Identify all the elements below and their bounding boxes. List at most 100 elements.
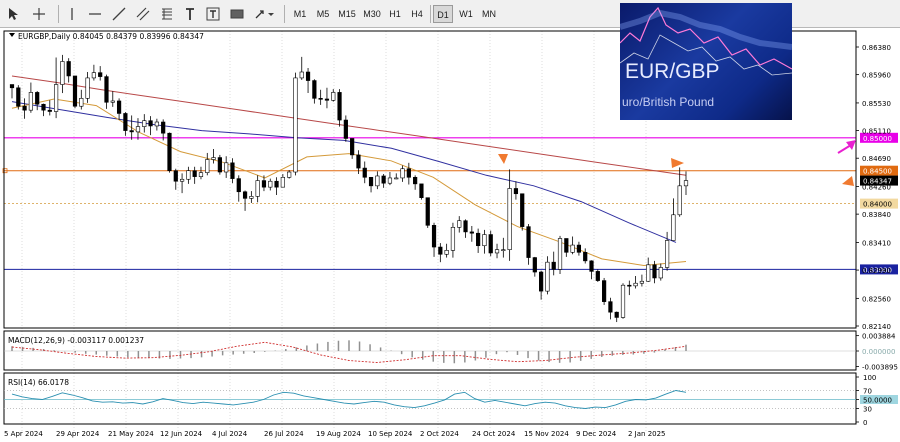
candle-body xyxy=(576,244,582,253)
candle-body xyxy=(28,92,33,111)
rsi-tick-label: 100 xyxy=(863,374,876,382)
chart-title-collapse-icon[interactable] xyxy=(9,33,15,37)
candle-body xyxy=(368,176,374,187)
candle-body xyxy=(413,176,418,185)
fibonacci-icon[interactable] xyxy=(158,5,176,23)
timeframe-m1[interactable]: M1 xyxy=(290,5,310,23)
crosshair-icon[interactable] xyxy=(30,5,48,23)
candle-body xyxy=(331,92,336,101)
time-tick-label: 2 Oct 2024 xyxy=(420,430,459,438)
candle-body xyxy=(387,177,393,184)
candle-body xyxy=(526,226,531,258)
price-tick-label: 0.85110 xyxy=(862,128,891,136)
candle-body xyxy=(110,100,115,103)
price-tick-label: 0.84260 xyxy=(862,184,891,192)
macd-tick-label: 0.003884 xyxy=(862,333,896,341)
rectangle-icon[interactable] xyxy=(228,5,246,23)
candle-body xyxy=(236,178,241,193)
timeframe-m5[interactable]: M5 xyxy=(313,5,333,23)
candle-body xyxy=(179,178,185,182)
timeframe-d1[interactable]: D1 xyxy=(433,5,453,23)
horizontal-line-icon[interactable] xyxy=(86,5,104,23)
candle-body xyxy=(350,138,355,156)
annotation-arrows xyxy=(498,140,856,186)
time-tick-label: 15 Nov 2024 xyxy=(524,430,569,438)
time-tick-label: 10 Sep 2024 xyxy=(368,430,413,438)
macd-title: MACD(12,26,9) -0.003117 0.001237 xyxy=(8,336,144,345)
candle-body xyxy=(287,171,292,178)
rsi-pane: 100 7050.000030 0 xyxy=(4,374,898,427)
time-tick-label: 2 Jan 2025 xyxy=(628,430,666,438)
moving-average-orange xyxy=(11,98,687,267)
time-tick-label: 12 Jun 2024 xyxy=(160,430,203,438)
price-tick-label: 0.82140 xyxy=(862,323,891,331)
candle-body xyxy=(532,257,537,273)
moving-average-red xyxy=(11,75,687,176)
candle-body xyxy=(683,180,689,187)
main-chart-title: EURGBP,Daily 0.84045 0.84379 0.83996 0.8… xyxy=(18,32,204,41)
candle-body xyxy=(564,238,569,253)
timeframe-w1[interactable]: W1 xyxy=(457,5,475,23)
candle-body xyxy=(419,183,424,198)
candle-body xyxy=(482,234,487,247)
horizontal-levels: 0.850000.845000.843470.840000.83000 xyxy=(2,132,898,275)
trendline-icon[interactable] xyxy=(110,5,128,23)
candle-body xyxy=(261,180,267,188)
candle-body xyxy=(463,220,468,233)
candle-body xyxy=(356,154,361,169)
candle-body xyxy=(513,188,519,195)
candle-body xyxy=(507,188,512,250)
candle-body xyxy=(192,170,197,177)
candle-body xyxy=(161,121,166,134)
rsi-tick-label: 70 xyxy=(863,388,872,396)
candle-body xyxy=(148,120,153,127)
timeframe-m15[interactable]: M15 xyxy=(336,5,358,23)
candle-body xyxy=(186,170,191,180)
candle-body xyxy=(217,157,222,173)
candle-body xyxy=(224,162,229,173)
timeframe-h4[interactable]: H4 xyxy=(408,5,426,23)
candle-body xyxy=(135,126,141,133)
equidistant-channel-icon[interactable] xyxy=(134,5,152,23)
text-tool-icon[interactable] xyxy=(182,5,198,23)
thumbnail-title: EUR/GBP xyxy=(625,60,720,83)
candle-body xyxy=(211,157,216,160)
candle-body xyxy=(469,231,474,234)
candle-body xyxy=(406,168,411,178)
price-tick-label: 0.85960 xyxy=(862,72,891,80)
candle-body xyxy=(494,249,500,254)
candle-body xyxy=(274,180,279,188)
candle-body xyxy=(375,175,380,187)
candle-body xyxy=(570,244,575,253)
candle-body xyxy=(381,175,386,184)
candle-body xyxy=(47,109,52,112)
candle-body xyxy=(425,197,430,226)
arrow-tools-dropdown-icon[interactable] xyxy=(252,5,276,23)
time-axis: 5 Apr 2024 29 Apr 2024 21 May 2024 12 Jun 2… xyxy=(4,430,666,438)
timeframe-m30[interactable]: M30 xyxy=(361,5,383,23)
candle-body xyxy=(608,301,613,313)
rsi-tick-label: 30 xyxy=(863,406,872,414)
candle-body xyxy=(299,71,304,79)
candle-body xyxy=(539,271,544,292)
candle-body xyxy=(602,280,607,302)
candle-body xyxy=(16,87,21,107)
candle-body xyxy=(337,92,342,121)
timeframe-h1[interactable]: H1 xyxy=(386,5,404,23)
macd-tick-label: -0.003895 xyxy=(862,363,898,371)
candle-body xyxy=(268,180,273,188)
candle-body xyxy=(520,193,525,227)
rsi-title: RSI(14) 66.0178 xyxy=(8,378,69,387)
candles xyxy=(9,54,689,323)
candle-body xyxy=(205,159,210,173)
timeframe-mn[interactable]: MN xyxy=(479,5,499,23)
price-tick-label: 0.85530 xyxy=(862,100,891,108)
candle-body xyxy=(9,84,15,89)
price-axis: 0.86380 0.85960 0.85530 0.85110 0.84690 0.842… xyxy=(856,44,891,331)
text-label-icon[interactable] xyxy=(204,5,222,23)
vertical-line-icon[interactable] xyxy=(64,5,80,23)
candle-body xyxy=(66,61,71,77)
cursor-icon[interactable] xyxy=(4,5,22,23)
candle-body xyxy=(142,120,147,127)
candle-body xyxy=(98,72,103,77)
